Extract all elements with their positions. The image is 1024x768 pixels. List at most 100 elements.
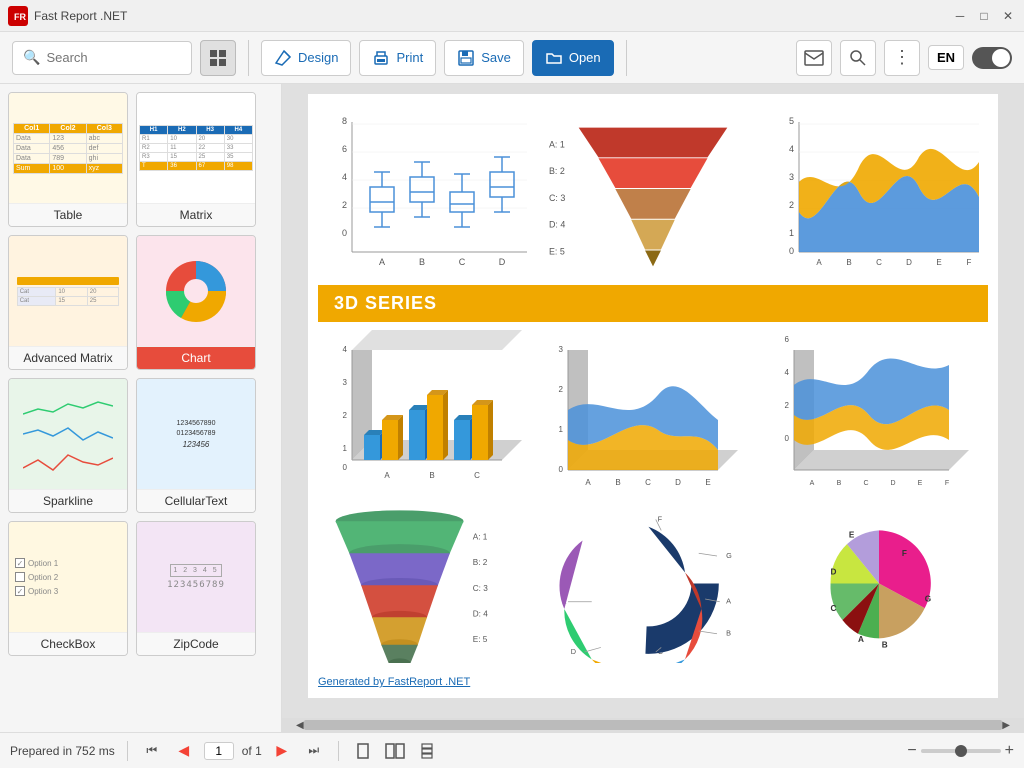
svg-text:8: 8 bbox=[342, 116, 347, 126]
svg-text:1: 1 bbox=[343, 444, 348, 453]
svg-text:A: A bbox=[858, 635, 864, 644]
generated-link[interactable]: Generated by FastReport .NET bbox=[318, 676, 988, 688]
sidebar-item-chart[interactable]: Chart bbox=[136, 235, 256, 370]
maximize-button[interactable]: □ bbox=[976, 8, 992, 24]
svg-text:2: 2 bbox=[342, 200, 347, 210]
svg-text:E: E bbox=[936, 258, 941, 267]
matrix-label: Matrix bbox=[137, 203, 255, 226]
app-logo: FR bbox=[8, 6, 28, 26]
nav-first-button[interactable]: ⏮ bbox=[140, 739, 164, 763]
svg-text:3: 3 bbox=[343, 378, 348, 387]
preview-area: 8 6 4 2 0 A B bbox=[282, 84, 1024, 732]
h-scroll-thumb[interactable] bbox=[304, 720, 1003, 730]
svg-text:F: F bbox=[945, 480, 949, 487]
svg-text:D: D bbox=[890, 480, 895, 487]
svg-text:3: 3 bbox=[789, 172, 794, 182]
search-icon: 🔍 bbox=[23, 49, 40, 66]
continuous-view-button[interactable] bbox=[415, 739, 439, 763]
open-button[interactable]: Open bbox=[532, 40, 614, 76]
h-scroll-left-arrow[interactable]: ◀ bbox=[296, 720, 304, 731]
nav-last-button[interactable]: ⏭ bbox=[302, 739, 326, 763]
search-box[interactable]: 🔍 bbox=[12, 41, 192, 75]
svg-text:2: 2 bbox=[343, 411, 348, 420]
titlebar: FR Fast Report .NET ─ □ ✕ bbox=[0, 0, 1024, 32]
save-button[interactable]: Save bbox=[444, 40, 524, 76]
svg-text:3: 3 bbox=[559, 345, 564, 354]
save-icon bbox=[457, 49, 475, 67]
search-input[interactable] bbox=[46, 50, 176, 65]
svg-text:B: B bbox=[429, 471, 434, 480]
sparkline-preview bbox=[9, 379, 127, 489]
status-separator-1 bbox=[127, 741, 128, 761]
checkbox-preview: ✓ Option 1 Option 2 ✓ Option 3 bbox=[9, 522, 127, 632]
status-separator-2 bbox=[338, 741, 339, 761]
sidebar-item-table[interactable]: Col1Col2Col3 Data123abc Data456def Data7… bbox=[8, 92, 128, 227]
h-scroll-right-arrow[interactable]: ▶ bbox=[1002, 720, 1010, 731]
donut-chart: F G A B C D E bbox=[544, 503, 762, 668]
sidebar: Col1Col2Col3 Data123abc Data456def Data7… bbox=[0, 84, 282, 732]
prepared-text: Prepared in 752 ms bbox=[10, 744, 115, 758]
svg-text:6: 6 bbox=[342, 144, 347, 154]
svg-text:F: F bbox=[967, 258, 972, 267]
svg-text:4: 4 bbox=[343, 345, 348, 354]
minimize-button[interactable]: ─ bbox=[952, 8, 968, 24]
svg-text:E: E bbox=[849, 531, 855, 540]
app-title: Fast Report .NET bbox=[34, 9, 127, 23]
zoom-out-button[interactable]: − bbox=[907, 742, 916, 760]
svg-text:A: A bbox=[585, 478, 591, 487]
svg-text:2: 2 bbox=[559, 385, 564, 394]
language-button[interactable]: EN bbox=[928, 45, 964, 70]
window-controls[interactable]: ─ □ ✕ bbox=[952, 8, 1016, 24]
nav-prev-button[interactable]: ◀ bbox=[172, 739, 196, 763]
svg-text:G: G bbox=[925, 595, 931, 604]
horizontal-scrollbar[interactable]: ◀ ▶ bbox=[282, 718, 1024, 732]
svg-text:D: D bbox=[499, 257, 506, 267]
print-icon bbox=[372, 49, 390, 67]
sidebar-item-sparkline[interactable]: Sparkline bbox=[8, 378, 128, 513]
sidebar-item-zipcode[interactable]: 1 2 3 4 5 123456789 ZipCode bbox=[136, 521, 256, 656]
svg-text:F: F bbox=[902, 549, 907, 558]
design-button[interactable]: Design bbox=[261, 40, 351, 76]
svg-text:B: B bbox=[615, 478, 620, 487]
3d-area-chart: 3 2 1 0 A B C D E bbox=[544, 330, 762, 495]
zoom-slider-thumb[interactable] bbox=[955, 745, 967, 757]
advanced-matrix-preview: Cat1020 Cat1525 bbox=[9, 236, 127, 346]
svg-text:C: 3: C: 3 bbox=[473, 584, 489, 593]
svg-text:1: 1 bbox=[789, 228, 794, 238]
grid-view-icon bbox=[208, 48, 228, 68]
close-button[interactable]: ✕ bbox=[1000, 8, 1016, 24]
sidebar-item-matrix[interactable]: H1H2H3H4 R1102030 R2112233 R3152535 T366… bbox=[136, 92, 256, 227]
charts-row-2: 4 3 2 1 0 A B C bbox=[318, 330, 988, 495]
nav-next-button[interactable]: ▶ bbox=[270, 739, 294, 763]
view-toggle-button[interactable] bbox=[200, 40, 236, 76]
charts-row-1: 8 6 4 2 0 A B bbox=[318, 112, 988, 277]
zoom-slider[interactable] bbox=[921, 749, 1001, 753]
matrix-preview: H1H2H3H4 R1102030 R2112233 R3152535 T366… bbox=[137, 93, 255, 203]
preview-scroll[interactable]: 8 6 4 2 0 A B bbox=[282, 84, 1024, 718]
svg-text:B: B bbox=[837, 480, 842, 487]
sidebar-item-checkbox[interactable]: ✓ Option 1 Option 2 ✓ Option 3 CheckBox bbox=[8, 521, 128, 656]
email-icon bbox=[804, 50, 824, 66]
find-icon bbox=[849, 49, 867, 67]
zoom-controls: − + bbox=[907, 742, 1014, 760]
3d-series-banner: 3D SERIES bbox=[318, 285, 988, 322]
email-button[interactable] bbox=[796, 40, 832, 76]
zipcode-preview: 1 2 3 4 5 123456789 bbox=[137, 522, 255, 632]
box-plot-chart: 8 6 4 2 0 A B bbox=[318, 112, 536, 277]
print-button[interactable]: Print bbox=[359, 40, 436, 76]
find-button[interactable] bbox=[840, 40, 876, 76]
svg-text:D: 4: D: 4 bbox=[473, 609, 489, 618]
svg-text:B: 2: B: 2 bbox=[473, 558, 488, 567]
single-page-view-button[interactable] bbox=[351, 739, 375, 763]
svg-text:C: C bbox=[645, 478, 651, 487]
page-number-input[interactable] bbox=[204, 742, 234, 760]
design-icon bbox=[274, 49, 292, 67]
theme-toggle[interactable] bbox=[972, 47, 1012, 69]
sidebar-item-advanced-matrix[interactable]: Cat1020 Cat1525 Advanced Matrix bbox=[8, 235, 128, 370]
checkbox-label: CheckBox bbox=[9, 632, 127, 655]
two-page-view-button[interactable] bbox=[383, 739, 407, 763]
pie-chart-exploded: F G B A C D E bbox=[770, 503, 988, 668]
more-button[interactable]: ⋮ bbox=[884, 40, 920, 76]
sidebar-item-cellular-text[interactable]: 1234567890 0123456789 123456 CellularTex… bbox=[136, 378, 256, 513]
zoom-in-button[interactable]: + bbox=[1005, 742, 1014, 760]
